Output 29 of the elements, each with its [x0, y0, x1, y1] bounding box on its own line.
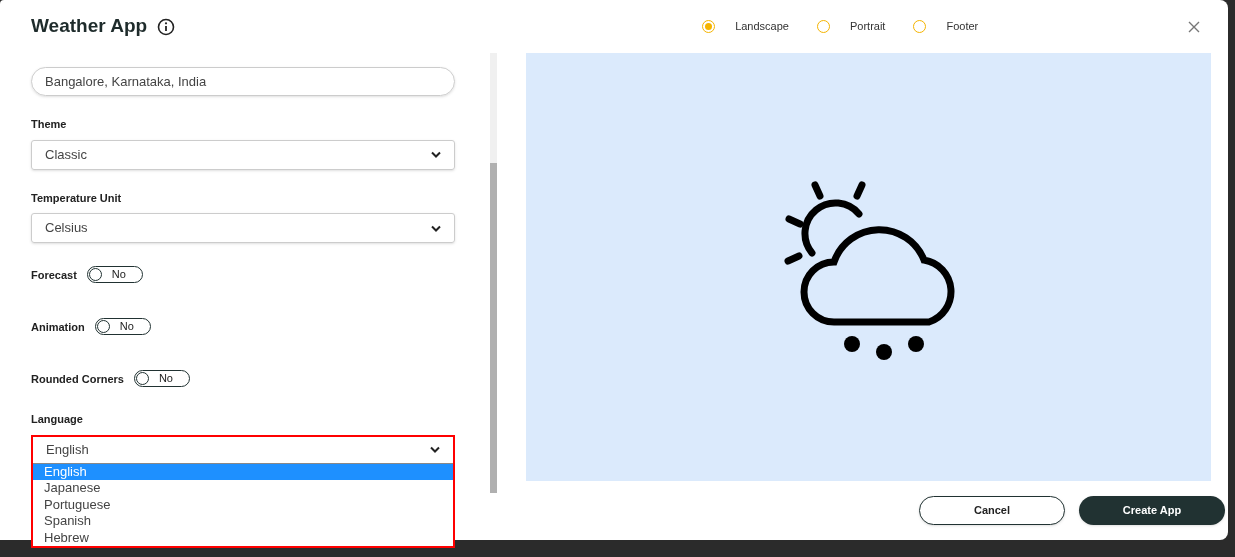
chevron-down-icon [430, 446, 440, 453]
field-label: Forecast [31, 267, 77, 283]
chevron-down-icon [431, 151, 441, 158]
select-field[interactable]: Celsius [31, 213, 455, 243]
toggle-switch[interactable]: No [133, 370, 190, 387]
field-label: Language [31, 412, 84, 427]
orientation-radio[interactable]: Landscape [702, 18, 789, 35]
scrollbar[interactable] [490, 53, 497, 493]
orientation-radio[interactable]: Portrait [816, 18, 886, 35]
dialog-title: Weather App [31, 14, 148, 39]
select-field[interactable]: English [31, 434, 455, 463]
cancel-button[interactable]: Cancel [919, 496, 1065, 525]
chevron-down-icon [431, 224, 441, 232]
info-icon [157, 17, 176, 36]
field-label: Temperature Unit [31, 190, 123, 206]
toggle-switch[interactable]: No [94, 318, 151, 335]
dropdown-option[interactable]: Portuguese [33, 496, 453, 513]
toggle-switch[interactable]: No [86, 266, 143, 283]
dropdown-option[interactable]: Spanish [33, 513, 453, 530]
location-input[interactable]: Bangalore, Karnataka, India [31, 67, 455, 96]
dropdown-option[interactable]: Japanese [33, 480, 453, 497]
field-label: Theme [31, 117, 68, 132]
orientation-radio[interactable]: Footer [913, 18, 979, 35]
close-icon[interactable] [1188, 20, 1200, 33]
field-label: Rounded Corners [31, 371, 124, 387]
dropdown-option[interactable]: Hebrew [33, 529, 453, 546]
create-button[interactable]: Create App [1079, 496, 1225, 525]
field-label: Animation [31, 319, 85, 335]
select-field[interactable]: Classic [31, 139, 455, 170]
